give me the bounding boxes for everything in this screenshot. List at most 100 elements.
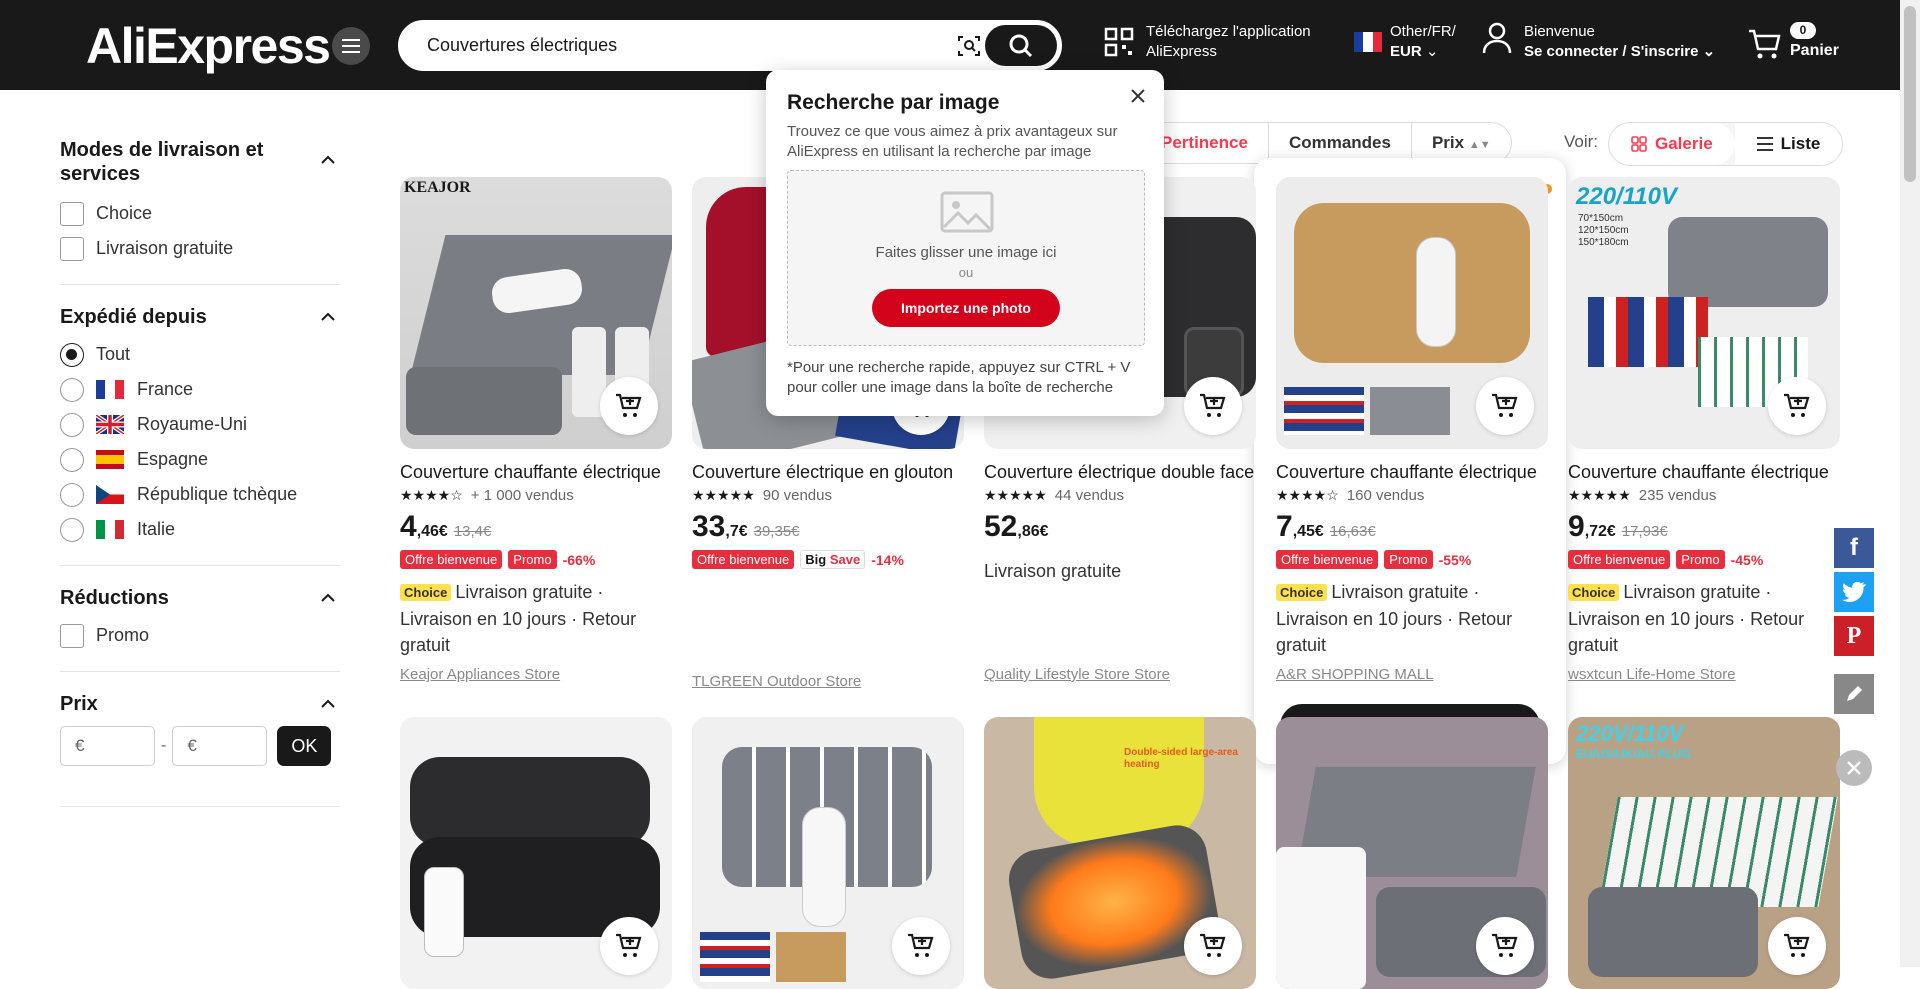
product-title[interactable]: Couverture électrique double face (984, 461, 1256, 483)
hamburger-menu-button[interactable] (332, 27, 370, 65)
search-input[interactable] (427, 23, 987, 68)
search-button[interactable] (985, 25, 1057, 66)
product-image[interactable] (1276, 177, 1548, 449)
store-link[interactable]: Quality Lifestyle Store Store (984, 666, 1256, 683)
facebook-share-button[interactable]: f (1834, 528, 1874, 568)
close-icon[interactable] (1128, 86, 1148, 106)
view-list-button[interactable]: Liste (1734, 123, 1843, 165)
radio-button[interactable] (60, 412, 84, 437)
product-card[interactable]: 220/110V 70*150cm 120*150cm 150*180cm Co… (1568, 177, 1840, 683)
pinterest-share-button[interactable]: P (1834, 616, 1874, 656)
price-separator: - (161, 737, 167, 754)
download-app-link[interactable]: Téléchargez l'application AliExpress (1104, 22, 1311, 62)
add-to-cart-button[interactable] (892, 917, 950, 975)
filter-option-italy[interactable]: Italie (60, 512, 340, 547)
filter-option-spain[interactable]: Espagne (60, 442, 340, 477)
price-min-input[interactable]: € (60, 726, 155, 766)
image-search-icon[interactable] (957, 34, 981, 58)
checkbox[interactable] (60, 236, 84, 261)
choice-badge: Choice (400, 584, 452, 602)
close-share-button[interactable] (1836, 750, 1872, 786)
product-image[interactable] (400, 717, 672, 989)
sort-orders[interactable]: Commandes (1269, 123, 1412, 163)
radio-button[interactable] (60, 377, 84, 402)
product-card[interactable]: Double-sided large-area heating (984, 717, 1256, 989)
chevron-up-icon[interactable] (320, 309, 336, 325)
filter-option-promo[interactable]: Promo (60, 618, 340, 653)
filter-option-free-shipping[interactable]: Livraison gratuite (60, 231, 340, 266)
edit-share-button[interactable] (1834, 674, 1874, 714)
product-title[interactable]: Couverture électrique en glouton (692, 461, 964, 483)
checkbox[interactable] (60, 201, 84, 226)
add-to-cart-button[interactable] (1768, 377, 1826, 435)
add-to-cart-button[interactable] (1476, 377, 1534, 435)
aliexpress-logo[interactable]: AliExpress (86, 18, 331, 74)
chevron-up-icon[interactable] (320, 590, 336, 606)
product-title[interactable]: Couverture chauffante électrique (1568, 461, 1840, 483)
product-card[interactable] (400, 717, 672, 989)
filter-option-france[interactable]: France (60, 372, 340, 407)
sort-arrows-icon: ▲▼ (1468, 139, 1491, 151)
shipping-info: Choice Livraison gratuite · Livraison en … (1276, 579, 1548, 658)
cart-count-badge: 0 (1790, 22, 1816, 39)
add-to-cart-button[interactable] (1184, 917, 1242, 975)
add-cart-icon (908, 933, 934, 957)
image-drop-zone[interactable]: Faites glisser une image ici ou Importez… (787, 170, 1145, 346)
striped-blanket (1588, 297, 1708, 367)
sort-price[interactable]: Prix ▲▼ (1412, 123, 1511, 163)
cart-button[interactable]: 0 Panier (1748, 22, 1848, 72)
product-title[interactable]: Couverture chauffante électrique (400, 461, 672, 483)
product-card[interactable]: KEAJOR Couverture chauffante électrique … (400, 177, 672, 683)
twitter-share-button[interactable] (1834, 572, 1874, 612)
filter-option-choice[interactable]: Choice (60, 196, 340, 231)
add-to-cart-button[interactable] (1768, 917, 1826, 975)
chevron-down-icon: ⌄ (1702, 43, 1716, 60)
add-to-cart-button[interactable] (1476, 917, 1534, 975)
store-link[interactable]: A&R SHOPPING MALL (1276, 666, 1548, 683)
star-rating-icon: ★★★★★ (692, 487, 755, 503)
discount: -66% (562, 551, 596, 568)
filter-option-all[interactable]: Tout (60, 337, 340, 372)
account-menu[interactable]: Bienvenue Se connecter / S'inscrire ⌄ (1482, 22, 1715, 62)
image-search-popup: Recherche par image Trouvez ce que vous … (766, 70, 1164, 416)
checkbox[interactable] (60, 623, 84, 648)
product-card[interactable]: Couverture chauffante électrique ★★★★☆ 16… (1276, 177, 1548, 683)
scrollbar-thumb[interactable] (1904, 6, 1916, 182)
product-image[interactable]: 220/110V 70*150cm 120*150cm 150*180cm (1568, 177, 1840, 449)
radio-button[interactable] (60, 517, 84, 542)
product-image[interactable] (692, 717, 964, 989)
filter-option-uk[interactable]: Royaume-Uni (60, 407, 340, 442)
product-card[interactable] (692, 717, 964, 989)
product-image[interactable]: Double-sided large-area heating (984, 717, 1256, 989)
radio-button[interactable] (60, 447, 84, 472)
filter-option-czech[interactable]: République tchèque (60, 477, 340, 512)
store-link[interactable]: TLGREEN Outdoor Store (692, 673, 964, 690)
hamburger-icon (342, 39, 360, 53)
product-title[interactable]: Couverture chauffante électrique (1276, 461, 1548, 483)
product-image[interactable]: 220V/110V EU/US/UK/AU PLUG (1568, 717, 1840, 989)
add-cart-icon (616, 393, 642, 417)
add-to-cart-button[interactable] (600, 917, 658, 975)
price-ok-button[interactable]: OK (277, 726, 332, 766)
product-image[interactable]: KEAJOR (400, 177, 672, 449)
store-link[interactable]: Keajor Appliances Store (400, 666, 672, 683)
import-photo-button[interactable]: Importez une photo (872, 289, 1060, 327)
chevron-up-icon[interactable] (320, 152, 336, 168)
add-to-cart-button[interactable] (1184, 377, 1242, 435)
cart-label: Panier (1790, 42, 1839, 59)
product-card[interactable] (1276, 717, 1548, 989)
discount: -45% (1730, 551, 1764, 568)
chevron-up-icon[interactable] (320, 696, 336, 712)
view-gallery-button[interactable]: Galerie (1609, 123, 1735, 165)
product-image[interactable] (1276, 717, 1548, 989)
view-toggle: Galerie Liste (1608, 122, 1844, 166)
radio-button[interactable] (60, 342, 84, 367)
heating-text: Double-sided large-area heating (1124, 747, 1238, 770)
radio-button[interactable] (60, 482, 84, 507)
add-to-cart-button[interactable] (600, 377, 658, 435)
store-link[interactable]: wsxtcun Life-Home Store (1568, 666, 1840, 683)
price-max-input[interactable]: € (172, 726, 268, 766)
language-currency-selector[interactable]: Other/FR/EUR ⌄ (1354, 22, 1456, 62)
rating-row: ★★★★★ 90 vendus (692, 487, 964, 504)
product-card[interactable]: 220V/110V EU/US/UK/AU PLUG (1568, 717, 1840, 989)
